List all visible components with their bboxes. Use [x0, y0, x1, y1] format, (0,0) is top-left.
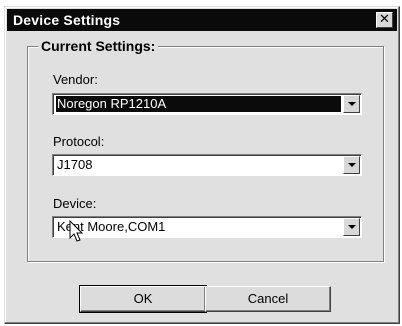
ok-button-label: OK	[133, 291, 153, 306]
group-legend: Current Settings:	[38, 38, 159, 54]
chevron-down-icon[interactable]	[343, 95, 360, 113]
window-title: Device Settings	[13, 12, 121, 28]
vendor-select[interactable]: Noregon RP1210A	[52, 93, 362, 115]
protocol-label: Protocol:	[53, 134, 105, 149]
device-value: Kent Moore,COM1	[57, 219, 166, 234]
chevron-down-icon[interactable]	[343, 156, 360, 174]
cancel-button-label: Cancel	[247, 291, 289, 306]
device-label: Device:	[53, 196, 97, 211]
cancel-button[interactable]: Cancel	[205, 286, 331, 312]
device-select[interactable]: Kent Moore,COM1	[52, 216, 362, 238]
title-bar[interactable]: Device Settings ✕	[7, 9, 397, 31]
close-icon[interactable]: ✕	[376, 12, 393, 28]
mouse-pointer-icon	[69, 220, 84, 242]
vendor-label: Vendor:	[53, 72, 98, 87]
vendor-value: Noregon RP1210A	[56, 96, 341, 112]
protocol-value: J1708	[57, 157, 93, 172]
ok-button[interactable]: OK	[79, 285, 207, 313]
chevron-down-icon[interactable]	[343, 218, 360, 236]
protocol-select[interactable]: J1708	[52, 154, 362, 176]
